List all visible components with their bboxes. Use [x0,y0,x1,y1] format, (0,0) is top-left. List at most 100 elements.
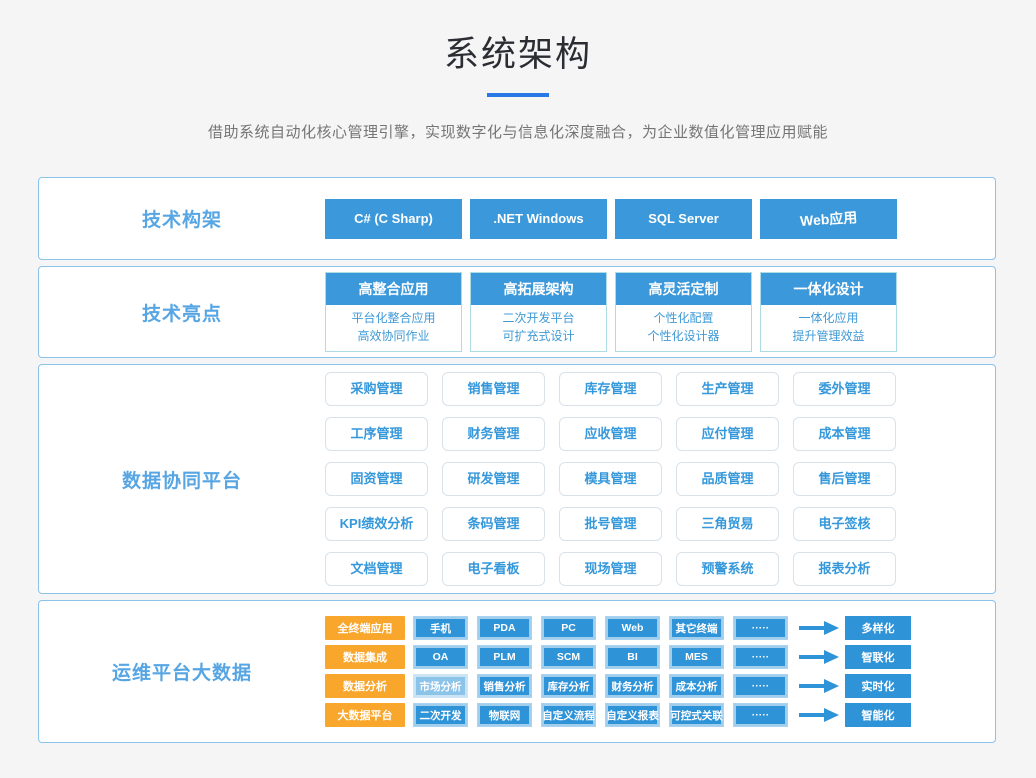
highlight-card: 高灵活定制个性化配置个性化设计器 [615,272,752,352]
highlights-section-label: 技术亮点 [39,267,325,357]
tech-button[interactable]: C# (C Sharp) [325,199,462,239]
tech-stack-button-row: C# (C Sharp) .NET Windows SQL Server Web应用 [325,178,995,259]
bigdata-item-button[interactable]: ····· [733,674,788,698]
data-platform-section: 数据协同平台 采购管理销售管理库存管理生产管理委外管理工序管理财务管理应收管理应… [38,364,996,594]
bigdata-row-label: 大数据平台 [325,703,405,727]
module-button[interactable]: 销售管理 [442,372,545,406]
highlight-card-line: 个性化配置 [616,309,751,327]
highlight-card-title: 高拓展架构 [471,273,606,305]
tech-button[interactable]: Web应用 [760,199,897,239]
bigdata-item-button[interactable]: 财务分析 [605,674,660,698]
bigdata-item-button[interactable]: PLM [477,645,532,669]
bigdata-result-badge: 多样化 [845,616,911,640]
module-button[interactable]: 模具管理 [559,462,662,496]
highlight-card-body: 个性化配置个性化设计器 [616,305,751,351]
highlight-card-line: 平台化整合应用 [326,309,461,327]
module-button[interactable]: 固资管理 [325,462,428,496]
module-button[interactable]: 电子签核 [793,507,896,541]
module-button[interactable]: 批号管理 [559,507,662,541]
bigdata-result-badge: 智联化 [845,645,911,669]
module-button[interactable]: 预警系统 [676,552,779,586]
tech-button[interactable]: SQL Server [615,199,752,239]
tech-button-label: C# (C Sharp) [354,211,433,226]
highlight-card-row: 高整合应用平台化整合应用高效协同作业高拓展架构二次开发平台可扩充式设计高灵活定制… [325,267,995,357]
bigdata-item-button[interactable]: ····· [733,616,788,640]
bigdata-item-button[interactable]: ····· [733,703,788,727]
highlight-card-line: 高效协同作业 [326,327,461,345]
module-button[interactable]: 采购管理 [325,372,428,406]
highlight-card-line: 可扩充式设计 [471,327,606,345]
bigdata-result-badge: 实时化 [845,674,911,698]
bigdata-section: 运维平台大数据 全终端应用手机 PDA PC Web 其它终端 ····· 多样化数据集成 O… [38,600,996,743]
bigdata-item-button[interactable]: 物联网 [477,703,532,727]
highlight-card-line: 提升管理效益 [761,327,896,345]
module-button[interactable]: 库存管理 [559,372,662,406]
highlight-card: 高整合应用平台化整合应用高效协同作业 [325,272,462,352]
bigdata-row: 全终端应用手机 PDA PC Web 其它终端 ····· 多样化 [325,616,911,640]
bigdata-item-button[interactable]: OA [413,645,468,669]
module-button[interactable]: 应付管理 [676,417,779,451]
bigdata-item-button[interactable]: 手机 [413,616,468,640]
highlight-card-line: 一体化应用 [761,309,896,327]
bigdata-item-button[interactable]: 可控式关联 [669,703,724,727]
module-button[interactable]: 电子看板 [442,552,545,586]
module-button[interactable]: 成本管理 [793,417,896,451]
bigdata-flow-rows: 全终端应用手机 PDA PC Web 其它终端 ····· 多样化数据集成 OA PLM SCM B… [325,601,995,742]
bigdata-item-button[interactable]: 市场分析 [413,674,468,698]
bigdata-item-button[interactable]: MES [669,645,724,669]
bigdata-item-button[interactable]: ····· [733,645,788,669]
bigdata-item-button[interactable]: Web [605,616,660,640]
bigdata-item-button[interactable]: PC [541,616,596,640]
bigdata-section-label: 运维平台大数据 [39,601,325,742]
page-title: 系统架构 [0,0,1036,77]
module-button[interactable]: 三角贸易 [676,507,779,541]
bigdata-item-button[interactable]: 库存分析 [541,674,596,698]
module-button[interactable]: 生产管理 [676,372,779,406]
module-button[interactable]: 应收管理 [559,417,662,451]
module-button[interactable]: KPI绩效分析 [325,507,428,541]
bigdata-item-button[interactable]: BI [605,645,660,669]
highlights-section: 技术亮点 高整合应用平台化整合应用高效协同作业高拓展架构二次开发平台可扩充式设计… [38,266,996,358]
bigdata-row-label: 数据分析 [325,674,405,698]
highlight-card-body: 平台化整合应用高效协同作业 [326,305,461,351]
module-button[interactable]: 财务管理 [442,417,545,451]
module-button[interactable]: 报表分析 [793,552,896,586]
highlight-card: 高拓展架构二次开发平台可扩充式设计 [470,272,607,352]
bigdata-row-label: 数据集成 [325,645,405,669]
module-button[interactable]: 售后管理 [793,462,896,496]
bigdata-item-button[interactable]: 成本分析 [669,674,724,698]
system-architecture-page: 系统架构 借助系统自动化核心管理引擎，实现数字化与信息化深度融合，为企业数值化管… [0,0,1036,778]
page-subtitle: 借助系统自动化核心管理引擎，实现数字化与信息化深度融合，为企业数值化管理应用赋能 [0,121,1036,142]
module-button[interactable]: 工序管理 [325,417,428,451]
bigdata-row-label: 全终端应用 [325,616,405,640]
bigdata-row: 大数据平台二次开发物联网自定义流程自定义报表可控式关联 ····· 智能化 [325,703,911,727]
highlight-card-title: 一体化设计 [761,273,896,305]
title-underline [487,93,549,97]
module-button[interactable]: 条码管理 [442,507,545,541]
bigdata-result-badge: 智能化 [845,703,911,727]
highlight-card: 一体化设计一体化应用提升管理效益 [760,272,897,352]
data-platform-section-label: 数据协同平台 [39,365,325,593]
bigdata-item-button[interactable]: 其它终端 [669,616,724,640]
highlight-card-title: 高灵活定制 [616,273,751,305]
bigdata-item-button[interactable]: 自定义流程 [541,703,596,727]
highlight-card-line: 个性化设计器 [616,327,751,345]
module-button[interactable]: 研发管理 [442,462,545,496]
bigdata-item-button[interactable]: SCM [541,645,596,669]
highlight-card-body: 二次开发平台可扩充式设计 [471,305,606,351]
bigdata-item-button[interactable]: 销售分析 [477,674,532,698]
tech-button-label: .NET Windows [493,211,583,226]
bigdata-item-button[interactable]: PDA [477,616,532,640]
tech-button-label: Web应用 [799,207,858,231]
highlight-card-line: 二次开发平台 [471,309,606,327]
arrow-right-icon [799,679,839,693]
bigdata-item-button[interactable]: 自定义报表 [605,703,660,727]
highlight-card-body: 一体化应用提升管理效益 [761,305,896,351]
tech-button[interactable]: .NET Windows [470,199,607,239]
bigdata-item-button[interactable]: 二次开发 [413,703,468,727]
module-button[interactable]: 委外管理 [793,372,896,406]
module-button[interactable]: 文档管理 [325,552,428,586]
module-button[interactable]: 品质管理 [676,462,779,496]
arrow-right-icon [799,621,839,635]
module-button[interactable]: 现场管理 [559,552,662,586]
